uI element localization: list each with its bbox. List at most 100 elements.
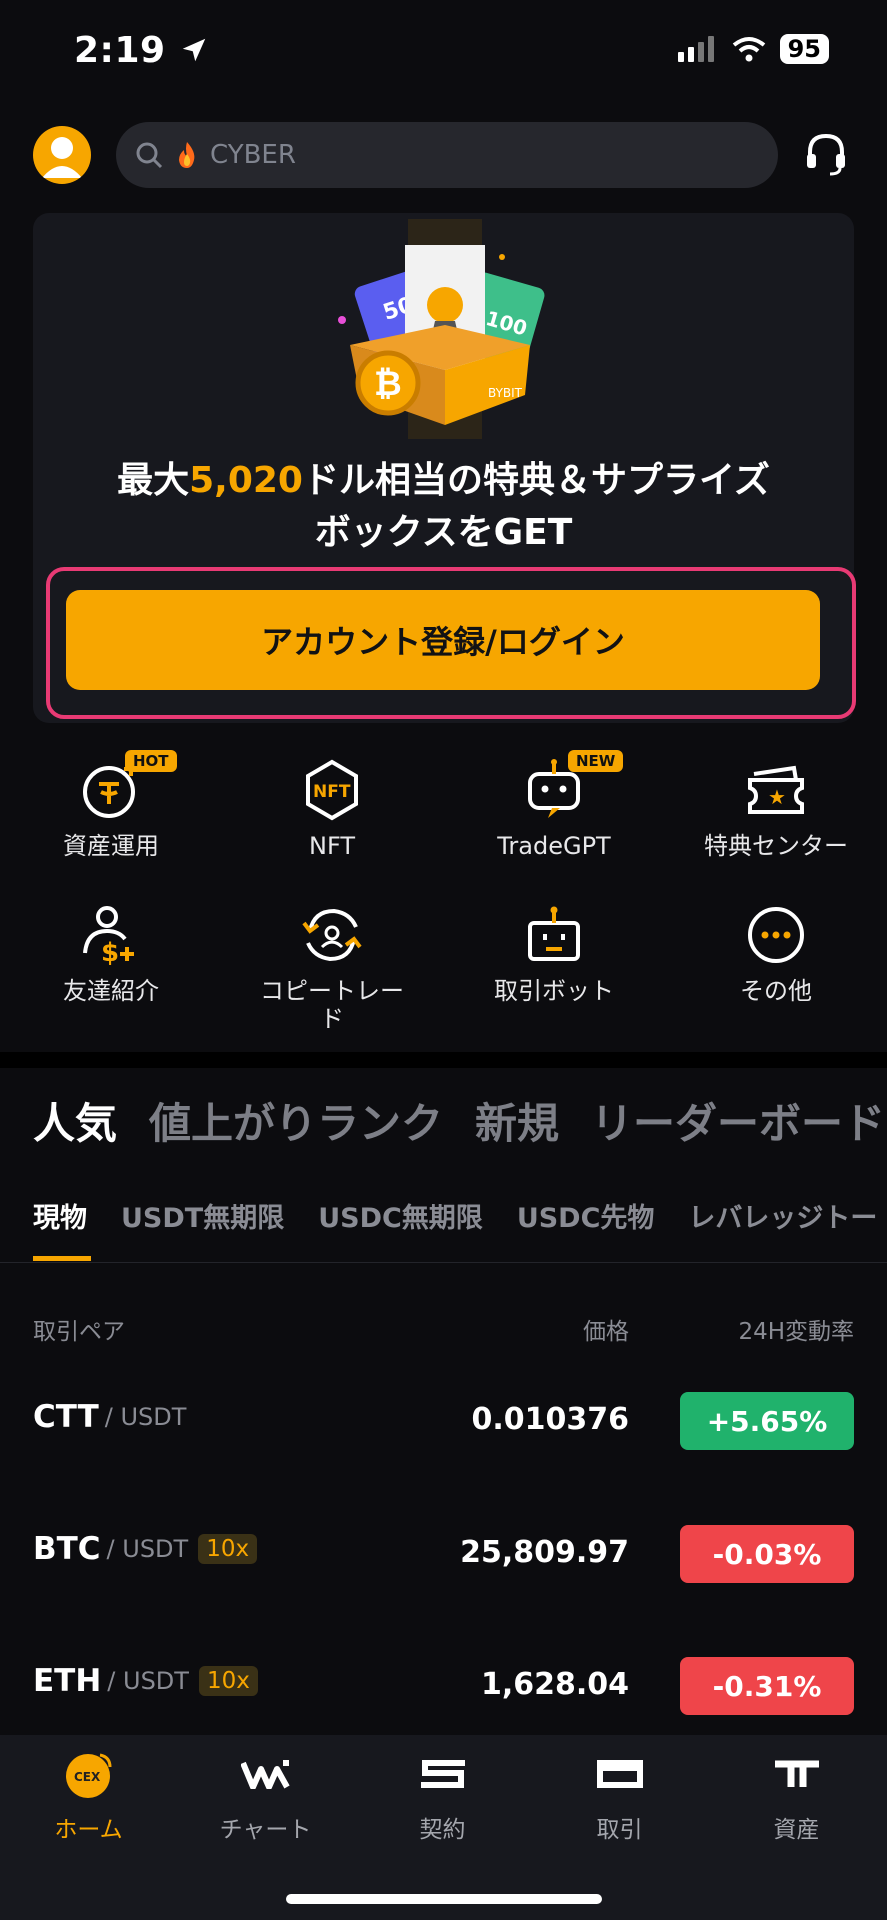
column-header-pair: 取引ペア [33, 1319, 125, 1345]
subtab-spot[interactable]: 現物 [33, 1196, 87, 1235]
leverage-badge: 10x [198, 1534, 258, 1564]
market-category-tabs: 人気 値上がりランク 新規 リーダーボード [33, 1090, 885, 1151]
subtab-usdc-perpetual[interactable]: USDC無期限 [318, 1196, 483, 1235]
table-row-pair[interactable]: BTC / USDT 10x [33, 1531, 258, 1567]
quick-tradegpt[interactable]: NEW TradeGPT [454, 750, 654, 860]
table-row-pair[interactable]: CTT / USDT [33, 1399, 186, 1435]
headline-amount: 5,020 [189, 460, 303, 501]
subtab-usdc-futures[interactable]: USDC先物 [517, 1196, 655, 1235]
cex-icon-text: CEX [74, 1770, 101, 1784]
cex-icon: CEX [0, 1752, 177, 1798]
nav-label: 取引 [596, 1817, 643, 1843]
nav-contract[interactable]: 契約 [354, 1752, 531, 1844]
location-arrow-icon [182, 38, 205, 62]
quick-referral[interactable]: $ 友達紹介 [11, 903, 211, 1005]
quick-label: 特典センター [704, 832, 848, 860]
wifi-icon [732, 37, 765, 62]
customer-support-icon[interactable] [802, 130, 850, 178]
market-type-tabs: 現物 USDT無期限 USDC無期限 USDC先物 レバレッジトー [33, 1196, 877, 1235]
box-logo-text: BYBIT [488, 386, 523, 400]
nav-label: ホーム [54, 1817, 123, 1843]
ticket-icon: ★ [744, 758, 808, 822]
section-divider [0, 1052, 887, 1068]
bot-icon [522, 903, 586, 967]
fire-icon [179, 142, 195, 168]
assets-icon [708, 1752, 885, 1796]
quote-asset: / USDT [106, 1535, 189, 1563]
nav-home[interactable]: CEX ホーム [0, 1752, 177, 1844]
nav-label: 契約 [419, 1817, 466, 1843]
column-header-price: 価格 [583, 1319, 629, 1345]
more-icon [744, 903, 808, 967]
promo-headline: 最大5,020ドル相当の特典＆サプライズ ボックスをGET [33, 455, 854, 559]
register-login-button[interactable]: アカウント登録/ログイン [66, 590, 820, 690]
nav-trade[interactable]: 取引 [531, 1752, 708, 1844]
cellular-signal-icon [677, 36, 714, 62]
quick-more[interactable]: その他 [676, 903, 876, 1005]
column-header-change: 24H変動率 [738, 1319, 854, 1345]
tab-new[interactable]: 新規 [475, 1090, 559, 1151]
quick-nft[interactable]: NFT NFT [232, 758, 432, 860]
gift-box-illustration: 50 100 BYBIT ₿ [330, 215, 560, 445]
tabs-divider [0, 1262, 887, 1263]
nav-assets[interactable]: 資産 [708, 1752, 885, 1844]
quick-label: NFT [309, 832, 355, 860]
base-asset: ETH [33, 1663, 102, 1699]
headline-prefix: 最大 [117, 460, 190, 501]
row-price: 25,809.97 [460, 1535, 629, 1570]
headline-suffix: ドル相当の特典＆サプライズ [302, 460, 770, 501]
subtab-leveraged-tokens[interactable]: レバレッジトー [688, 1196, 877, 1235]
base-asset: CTT [33, 1399, 99, 1435]
status-indicators: 95 [677, 34, 829, 64]
hot-badge: HOT [125, 750, 177, 772]
search-input[interactable]: CYBER [116, 122, 778, 188]
change-badge[interactable]: +5.65% [680, 1392, 854, 1450]
quick-label: 取引ボット [494, 977, 614, 1005]
user-icon [42, 137, 82, 178]
svg-text:NFT: NFT [313, 782, 351, 802]
quick-label: 友達紹介 [63, 977, 159, 1005]
table-row-pair[interactable]: ETH / USDT 10x [33, 1663, 258, 1699]
tether-icon: HOT [79, 750, 177, 822]
tab-gainers[interactable]: 値上がりランク [149, 1090, 443, 1151]
search-icon [136, 142, 163, 169]
row-price: 0.010376 [471, 1402, 629, 1437]
quick-earn[interactable]: HOT 資産運用 [11, 750, 211, 860]
nft-icon: NFT [300, 758, 364, 822]
quick-trading-bot[interactable]: 取引ボット [454, 903, 654, 1005]
quick-label: TradeGPT [497, 832, 611, 860]
tab-popular[interactable]: 人気 [33, 1090, 117, 1151]
tab-leaderboard[interactable]: リーダーボード [591, 1090, 885, 1151]
svg-text:★: ★ [768, 785, 786, 809]
quick-rewards[interactable]: ★ 特典センター [676, 758, 876, 860]
svg-text:$: $ [101, 938, 119, 967]
nav-label: 資産 [773, 1817, 820, 1843]
referral-icon: $ [79, 903, 143, 968]
trade-icon [531, 1752, 708, 1796]
row-price: 1,628.04 [480, 1667, 629, 1702]
change-badge[interactable]: -0.03% [680, 1525, 854, 1583]
nav-chart[interactable]: チャート [177, 1752, 354, 1844]
tradegpt-icon: NEW [522, 750, 624, 822]
svg-text:₿: ₿ [374, 364, 402, 404]
quote-asset: / USDT [107, 1667, 189, 1695]
quote-asset: / USDT [104, 1403, 187, 1431]
quick-label: コピートレード [260, 977, 404, 1033]
quick-copytrade[interactable]: コピートレード [232, 903, 432, 1033]
change-badge[interactable]: -0.31% [680, 1657, 854, 1715]
avatar[interactable] [33, 126, 91, 184]
status-time: 2:19 [74, 30, 209, 71]
subtab-usdt-perpetual[interactable]: USDT無期限 [121, 1196, 284, 1235]
copytrade-icon [300, 903, 364, 967]
new-badge: NEW [568, 750, 624, 772]
base-asset: BTC [33, 1531, 101, 1567]
leverage-badge: 10x [198, 1666, 258, 1696]
active-subtab-indicator [33, 1256, 91, 1261]
quick-label: 資産運用 [63, 832, 159, 860]
search-placeholder: CYBER [210, 140, 296, 170]
home-indicator[interactable] [286, 1894, 602, 1904]
headline-line2: ボックスをGET [314, 512, 573, 553]
nav-label: チャート [219, 1817, 312, 1843]
chart-icon [177, 1752, 354, 1796]
battery-indicator: 95 [779, 34, 829, 64]
